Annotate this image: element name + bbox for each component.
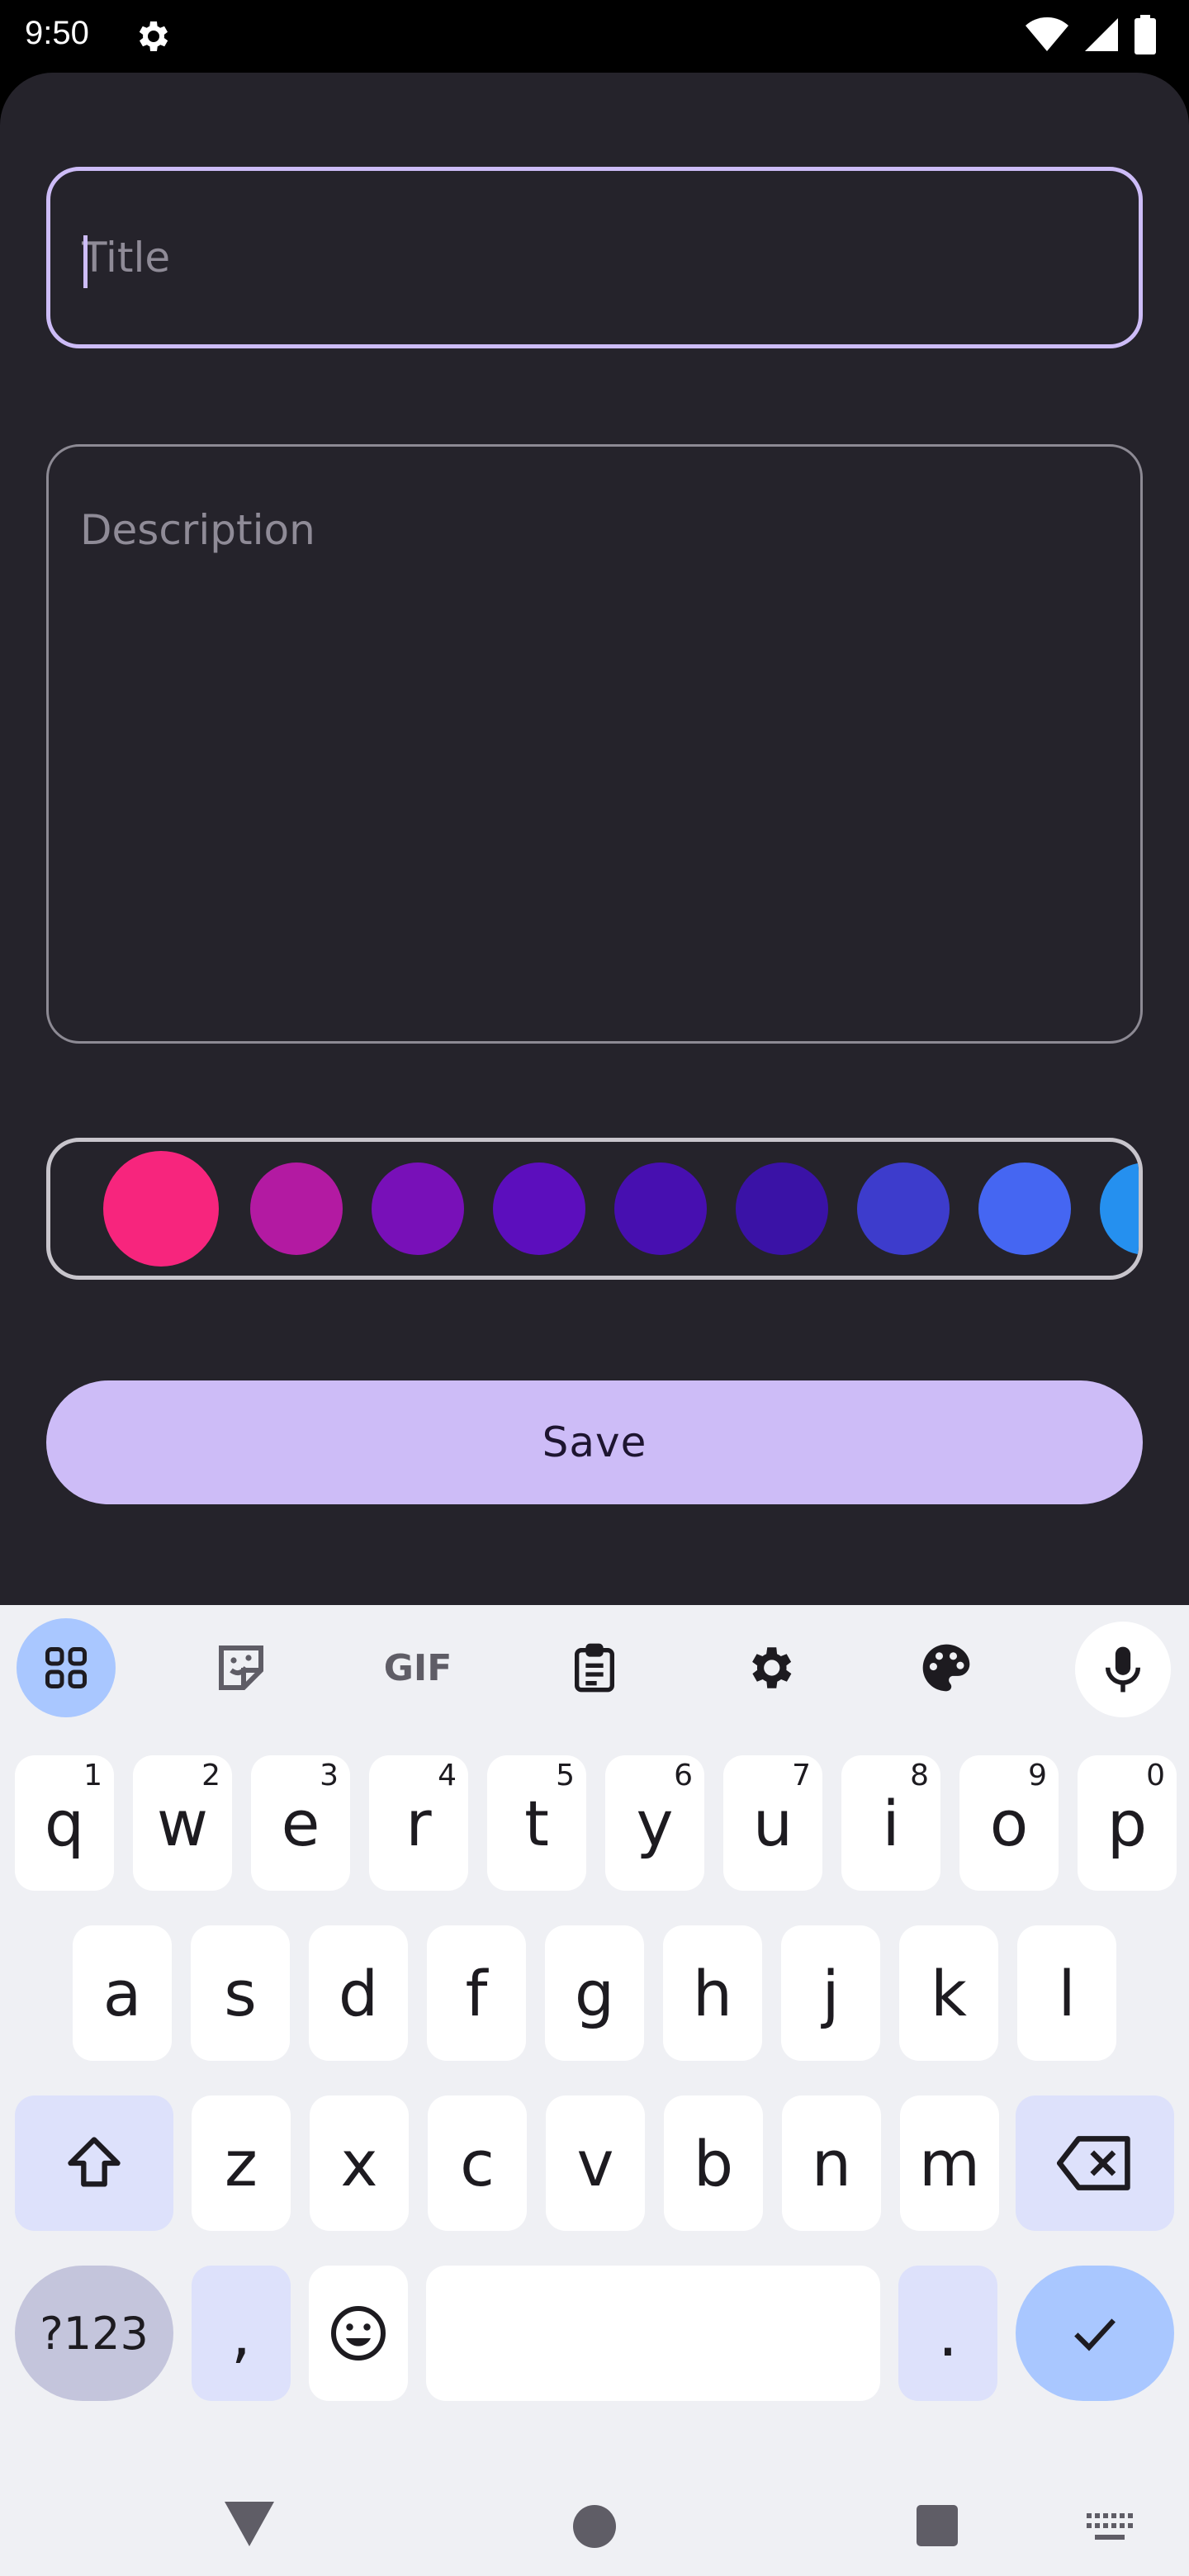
color-picker[interactable]	[46, 1138, 1143, 1280]
color-swatch[interactable]	[736, 1163, 828, 1255]
color-swatch[interactable]	[250, 1163, 343, 1255]
soft-keyboard: GIF q1w2e3r4t5y6u7i8o9p0 asdfghjkl zxcvbnm…	[0, 1605, 1189, 2431]
description-field[interactable]	[46, 444, 1143, 1044]
key-s[interactable]: s	[191, 1925, 290, 2061]
keyboard-switch-icon[interactable]	[1087, 2513, 1133, 2541]
key-j[interactable]: j	[781, 1925, 880, 2061]
key-a[interactable]: a	[73, 1925, 172, 2061]
key-w[interactable]: w2	[133, 1755, 232, 1891]
key-q[interactable]: q1	[15, 1755, 114, 1891]
key-k[interactable]: k	[899, 1925, 998, 2061]
recents-icon[interactable]	[917, 2505, 958, 2546]
enter-key[interactable]	[1016, 2266, 1174, 2401]
text-cursor	[83, 235, 88, 288]
key-i[interactable]: i8	[841, 1755, 940, 1891]
color-swatch[interactable]	[978, 1163, 1071, 1255]
wifi-icon	[1026, 17, 1068, 51]
color-swatch[interactable]	[857, 1163, 950, 1255]
key-v[interactable]: v	[546, 2095, 645, 2231]
status-bar: 9:50	[0, 0, 1189, 73]
key-z[interactable]: z	[192, 2095, 291, 2231]
settings-icon[interactable]	[720, 1618, 819, 1717]
key-f[interactable]: f	[427, 1925, 526, 2061]
symbols-key[interactable]: ?123	[15, 2266, 173, 2401]
color-swatch[interactable]	[1100, 1163, 1139, 1255]
sticker-icon[interactable]	[192, 1618, 291, 1717]
key-o[interactable]: o9	[959, 1755, 1059, 1891]
backspace-key[interactable]	[1016, 2095, 1174, 2231]
key-e[interactable]: e3	[251, 1755, 350, 1891]
key-t[interactable]: t5	[487, 1755, 586, 1891]
description-input[interactable]	[80, 506, 1109, 1002]
title-field[interactable]	[46, 167, 1143, 348]
color-swatch[interactable]	[614, 1163, 707, 1255]
key-b[interactable]: b	[664, 2095, 763, 2231]
comma-key[interactable]: ,	[192, 2266, 291, 2401]
color-swatch[interactable]	[103, 1151, 219, 1267]
emoji-key[interactable]	[309, 2266, 408, 2401]
home-icon[interactable]	[573, 2505, 616, 2548]
palette-icon[interactable]	[897, 1618, 996, 1717]
gif-icon[interactable]: GIF	[368, 1618, 467, 1717]
key-m[interactable]: m	[900, 2095, 999, 2231]
key-n[interactable]: n	[782, 2095, 881, 2231]
title-input[interactable]	[82, 171, 1107, 344]
mic-icon[interactable]	[1075, 1622, 1171, 1717]
key-y[interactable]: y6	[605, 1755, 704, 1891]
period-key[interactable]: .	[898, 2266, 997, 2401]
key-g[interactable]: g	[545, 1925, 644, 2061]
key-r[interactable]: r4	[369, 1755, 468, 1891]
back-icon[interactable]	[225, 2502, 274, 2546]
apps-grid-icon[interactable]	[17, 1618, 116, 1717]
signal-icon	[1085, 18, 1118, 51]
key-c[interactable]: c	[428, 2095, 527, 2231]
status-time: 9:50	[25, 15, 89, 51]
note-editor-sheet: Save	[0, 73, 1189, 1605]
key-x[interactable]: x	[310, 2095, 409, 2231]
shift-key[interactable]	[15, 2095, 173, 2231]
key-u[interactable]: u7	[723, 1755, 822, 1891]
space-key[interactable]	[426, 2266, 880, 2401]
key-l[interactable]: l	[1017, 1925, 1116, 2061]
key-h[interactable]: h	[663, 1925, 762, 2061]
settings-status-icon	[139, 21, 168, 51]
save-button[interactable]: Save	[46, 1380, 1143, 1504]
key-d[interactable]: d	[309, 1925, 408, 2061]
navigation-bar	[0, 2431, 1189, 2576]
color-swatch[interactable]	[493, 1163, 585, 1255]
clipboard-icon[interactable]	[545, 1618, 644, 1717]
color-swatch[interactable]	[372, 1163, 464, 1255]
battery-icon	[1135, 15, 1156, 54]
key-p[interactable]: p0	[1078, 1755, 1177, 1891]
